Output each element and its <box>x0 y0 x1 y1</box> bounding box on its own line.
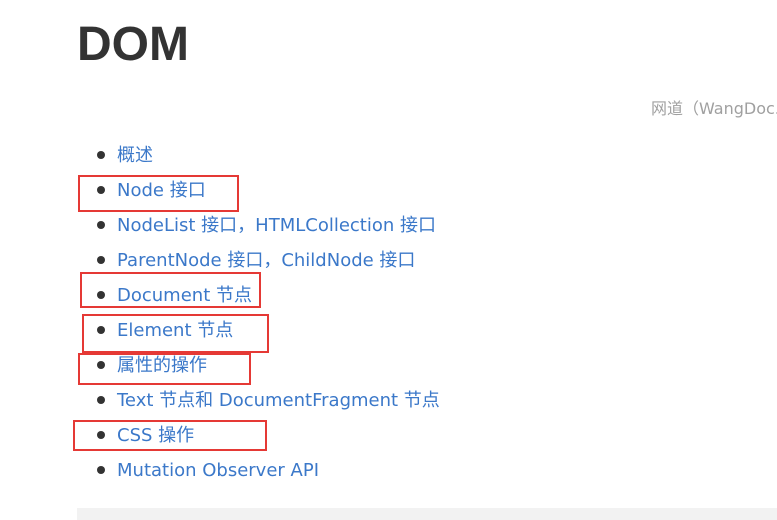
highlight-box-attributes <box>78 353 251 385</box>
bullet-icon <box>97 221 105 229</box>
toc-item-mutation-observer: Mutation Observer API <box>96 455 440 490</box>
toc-link-parentnode[interactable]: ParentNode 接口，ChildNode 接口 <box>117 250 415 271</box>
document-page: DOM 网道（WangDoc. 概述 Node 接口 NodeList 接口，H… <box>0 0 777 520</box>
bullet-icon <box>97 466 105 474</box>
source-note: 网道（WangDoc. <box>651 99 777 118</box>
toc-item-text: Text 节点和 DocumentFragment 节点 <box>96 385 440 420</box>
highlight-box-css <box>73 420 267 451</box>
highlight-box-element <box>82 314 269 353</box>
toc-link-nodelist[interactable]: NodeList 接口，HTMLCollection 接口 <box>117 215 436 236</box>
bullet-icon <box>97 256 105 264</box>
toc-item-overview: 概述 <box>96 140 440 175</box>
toc-item-nodelist: NodeList 接口，HTMLCollection 接口 <box>96 210 440 245</box>
toc-link-overview[interactable]: 概述 <box>117 145 153 166</box>
highlight-box-node <box>78 175 239 212</box>
page-title: DOM <box>77 18 189 71</box>
bullet-icon <box>97 396 105 404</box>
toc-link-mutation-observer[interactable]: Mutation Observer API <box>117 460 319 481</box>
highlight-box-document <box>80 272 261 308</box>
toc-link-text[interactable]: Text 节点和 DocumentFragment 节点 <box>117 390 440 411</box>
bullet-icon <box>97 151 105 159</box>
code-block-edge <box>77 508 777 520</box>
